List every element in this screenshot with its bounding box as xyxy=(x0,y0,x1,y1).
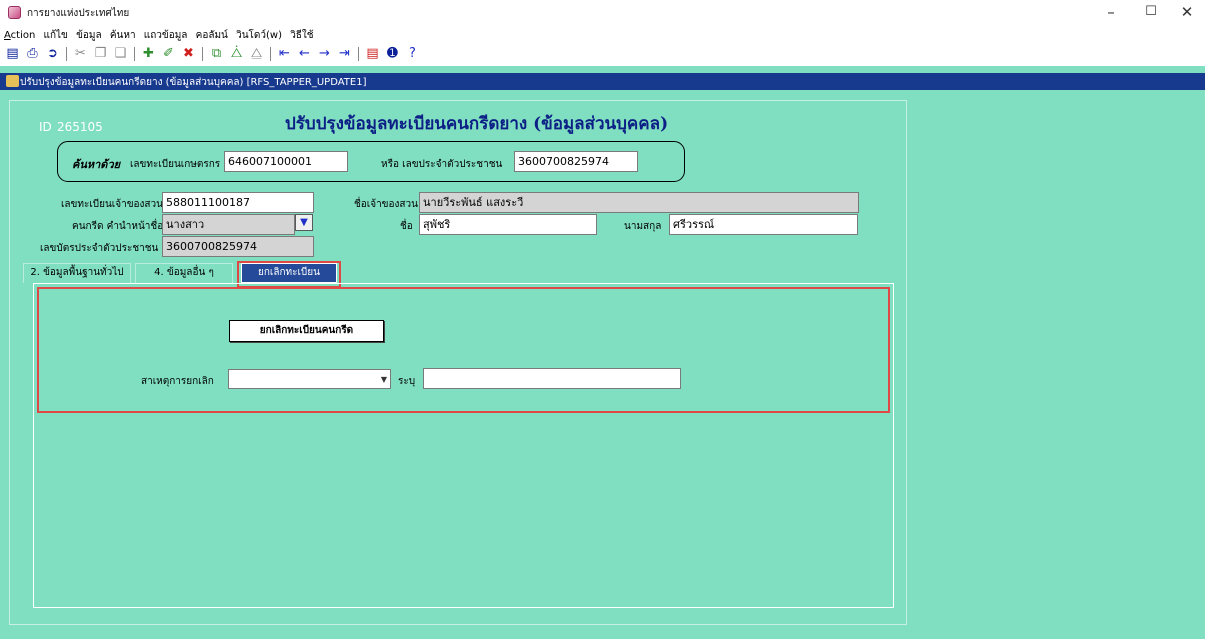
search-citizen-id-input[interactable]: 3600700825974 xyxy=(514,151,638,172)
menu-column[interactable]: คอลัมน์ xyxy=(196,28,228,43)
record-id-label: ID xyxy=(39,120,52,134)
help-icon[interactable]: ? xyxy=(404,46,421,62)
print-icon[interactable]: ⎙ xyxy=(24,46,41,62)
close-button[interactable]: ✕ xyxy=(1167,0,1205,26)
minimize-button[interactable]: – xyxy=(1091,0,1131,26)
toolbar-separator xyxy=(358,47,359,61)
last-record-icon[interactable]: ⇥ xyxy=(336,46,353,62)
info-icon[interactable]: ➊ xyxy=(384,46,401,62)
child-window-title: ปรับปรุงข้อมูลทะเบียนคนกรีดยาง (ข้อมูลส่… xyxy=(20,77,367,88)
edit-record-icon[interactable]: ✐ xyxy=(160,46,177,62)
last-name-input[interactable]: ศรีวรรณ์ xyxy=(669,214,858,235)
duplicate-all-icon[interactable]: ⧊ xyxy=(228,46,245,62)
menu-data[interactable]: ข้อมูล xyxy=(76,28,102,43)
toolbar-separator xyxy=(134,47,135,61)
clear-icon[interactable]: ⧋ xyxy=(248,46,265,62)
toolbar-separator xyxy=(66,47,67,61)
cut-icon[interactable]: ✂ xyxy=(72,46,89,62)
chevron-down-icon: ▼ xyxy=(380,375,387,384)
cancel-reason-label: สาเหตุการยกเลิก xyxy=(141,376,214,387)
app-logo-icon xyxy=(8,6,21,19)
prefix-lookup-button[interactable]: ▼ xyxy=(295,214,313,231)
down-arrow-icon: ▼ xyxy=(300,217,308,228)
child-window-title-bar: ปรับปรุงข้อมูลทะเบียนคนกรีดยาง (ข้อมูลส่… xyxy=(0,73,1205,90)
owner-name-field: นายวีระพันธ์ แสงระวี xyxy=(419,192,859,213)
garden-reg-label: เลขทะเบียนเจ้าของสวน xyxy=(61,199,163,210)
first-record-icon[interactable]: ⇤ xyxy=(276,46,293,62)
farmer-reg-input[interactable]: 646007100001 xyxy=(224,151,348,172)
duplicate-icon[interactable]: ⧉ xyxy=(208,46,225,62)
delete-record-icon[interactable]: ✖ xyxy=(180,46,197,62)
specify-label: ระบุ xyxy=(398,376,416,387)
menu-edit[interactable]: แก้ไข xyxy=(44,28,68,43)
cancel-reason-select[interactable]: ▼ xyxy=(228,369,391,389)
copy-icon[interactable]: ❐ xyxy=(92,46,109,62)
menu-window[interactable]: วินโดว์(w) xyxy=(236,28,282,43)
specify-input[interactable] xyxy=(423,368,681,389)
toolbar-separator xyxy=(270,47,271,61)
prefix-label: คนกรีด คำนำหน้าชื่อ xyxy=(72,221,164,232)
farmer-reg-label: เลขทะเบียนเกษตรกร xyxy=(130,159,221,170)
exit-icon[interactable]: ➲ xyxy=(44,46,61,62)
cancel-section-highlight xyxy=(37,287,890,413)
menu-bar: Action แก้ไข ข้อมูล ค้นหา แถวข้อมูล คอลั… xyxy=(4,28,319,44)
paste-icon[interactable]: ❑ xyxy=(112,46,129,62)
tab-other-info[interactable]: 4. ข้อมูลอื่น ๆ xyxy=(135,263,233,283)
record-id: 265105 xyxy=(57,120,103,134)
menu-help[interactable]: วิธีใช้ xyxy=(290,28,313,43)
or-citizen-id-label: หรือ เลขประจำตัวประชาชน xyxy=(381,159,503,170)
save-icon[interactable]: ▤ xyxy=(4,46,21,62)
chart-icon[interactable]: ▤ xyxy=(364,46,381,62)
form-window-icon xyxy=(6,75,19,87)
citizen-id-label: เลขบัตรประจำตัวประชาชน xyxy=(40,243,159,254)
citizen-id-field: 3600700825974 xyxy=(162,236,314,257)
window-title-bar: การยางแห่งประเทศไทย – ☐ ✕ xyxy=(0,0,1205,26)
toolbar: ▤ ⎙ ➲ ✂ ❐ ❑ ✚ ✐ ✖ ⧉ ⧊ ⧋ ⇤ ← → ⇥ ▤ ➊ ? xyxy=(4,45,421,63)
previous-record-icon[interactable]: ← xyxy=(296,46,313,62)
window-title: การยางแห่งประเทศไทย xyxy=(27,8,130,19)
tab-general-info[interactable]: 2. ข้อมูลพื้นฐานทั่วไป xyxy=(23,263,131,283)
insert-record-icon[interactable]: ✚ xyxy=(140,46,157,62)
first-name-label: ชื่อ xyxy=(400,221,413,232)
last-name-label: นามสกุล xyxy=(624,221,662,232)
form-title: ปรับปรุงข้อมูลทะเบียนคนกรีดยาง (ข้อมูลส่… xyxy=(285,114,669,134)
toolbar-separator xyxy=(202,47,203,61)
next-record-icon[interactable]: → xyxy=(316,46,333,62)
first-name-input[interactable]: สุพัชริ xyxy=(419,214,597,235)
menu-action[interactable]: Action xyxy=(4,30,35,41)
menu-search[interactable]: ค้นหา xyxy=(110,28,136,43)
maximize-button[interactable]: ☐ xyxy=(1131,0,1171,26)
garden-reg-input[interactable]: 588011100187 xyxy=(162,192,314,213)
menu-record[interactable]: แถวข้อมูล xyxy=(144,28,188,43)
cancel-tapper-registration-button[interactable]: ยกเลิกทะเบียนคนกรีด xyxy=(229,320,384,342)
owner-name-label: ชื่อเจ้าของสวน xyxy=(354,199,418,210)
search-by-label: ค้นหาด้วย xyxy=(72,158,121,171)
prefix-field[interactable]: นางสาว xyxy=(162,214,295,235)
